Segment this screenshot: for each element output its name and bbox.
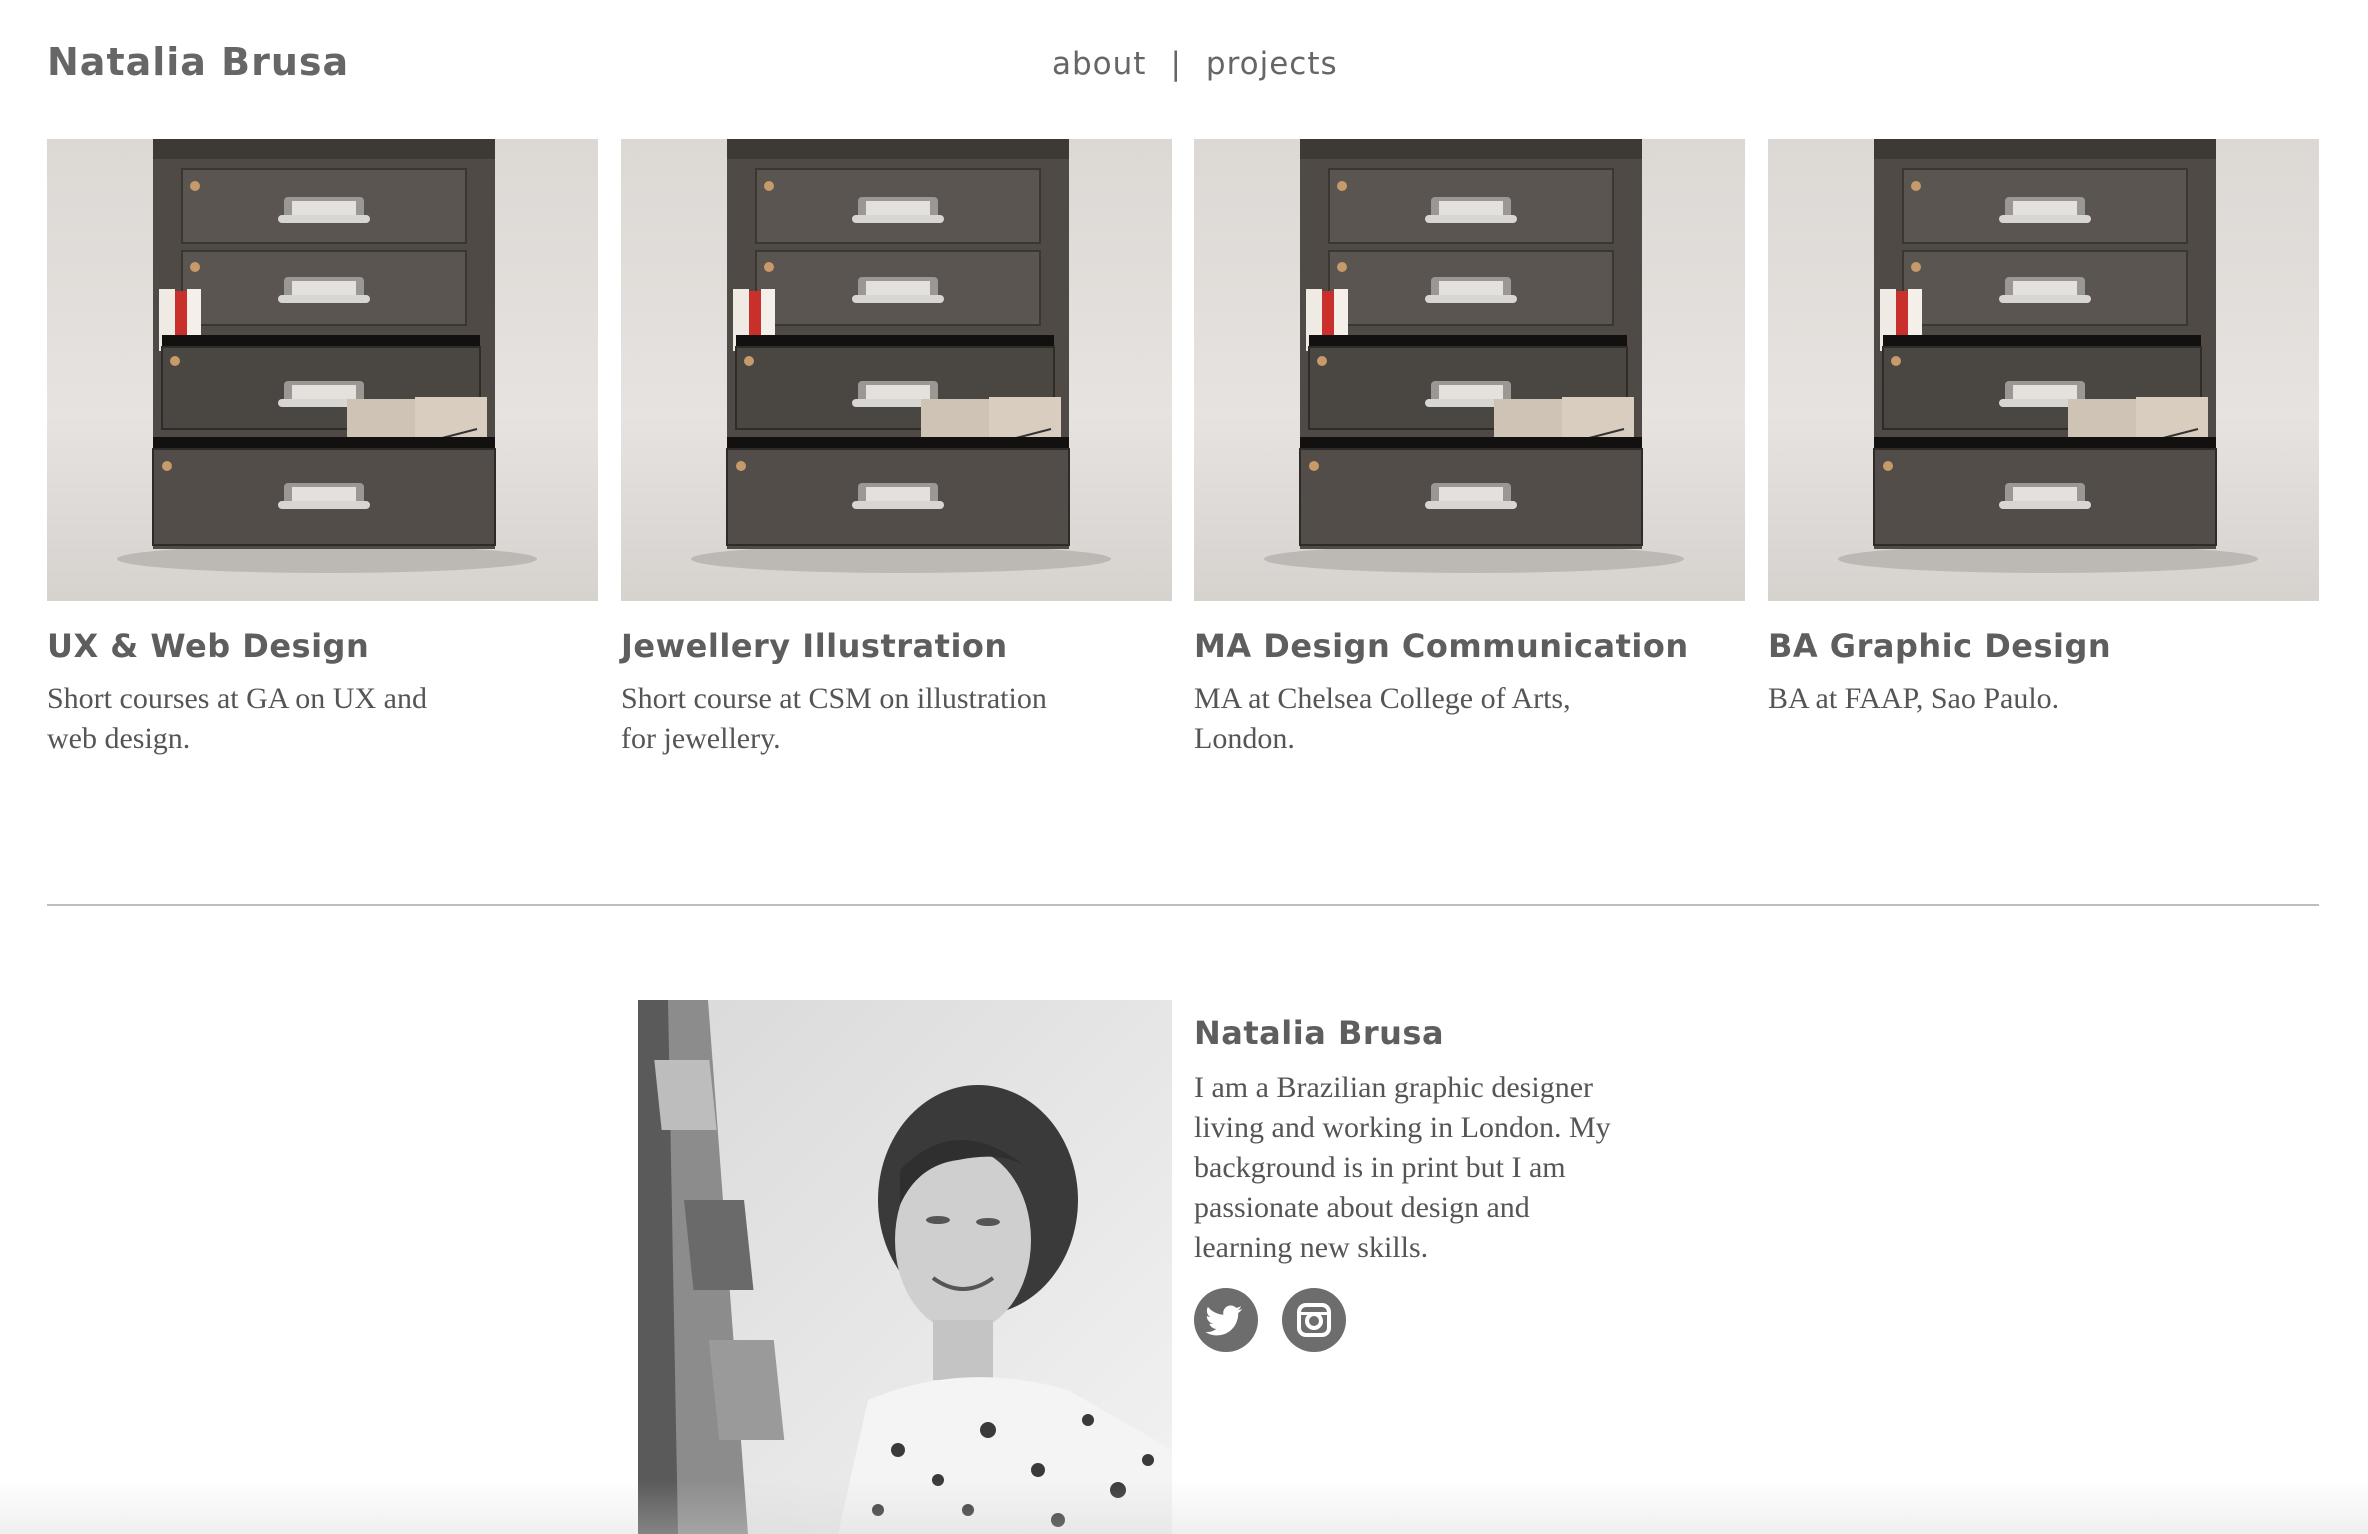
project-thumbnail[interactable] bbox=[47, 139, 598, 601]
nav-link-about[interactable]: about bbox=[1052, 46, 1146, 82]
project-description: MA at Chelsea College of Arts, London. bbox=[1194, 682, 1571, 755]
about-bio: I am a Brazilian graphic designer living… bbox=[1194, 1071, 1611, 1264]
nav-link-projects[interactable]: projects bbox=[1206, 46, 1338, 82]
project-card-jewellery-illustration[interactable]: Jewellery Illustration Short course at C… bbox=[621, 139, 1172, 759]
project-thumbnail[interactable] bbox=[621, 139, 1172, 601]
project-card-ma-design-communication[interactable]: MA Design Communication MA at Chelsea Co… bbox=[1194, 139, 1745, 759]
filing-cabinet-image bbox=[1264, 139, 1684, 573]
filing-cabinet-image bbox=[691, 139, 1111, 573]
projects-grid: UX & Web Design Short courses at GA on U… bbox=[47, 139, 2319, 779]
instagram-button[interactable] bbox=[1282, 1288, 1347, 1352]
project-title[interactable]: MA Design Communication bbox=[1194, 627, 1745, 665]
project-description: Short course at CSM on illustration for … bbox=[621, 682, 1047, 755]
twitter-icon bbox=[1205, 1305, 1242, 1336]
about-name: Natalia Brusa bbox=[1194, 1014, 1445, 1052]
portrait-image bbox=[638, 1000, 1172, 1534]
site-title[interactable]: Natalia Brusa bbox=[47, 40, 349, 84]
site-header: Natalia Brusa about | projects bbox=[0, 0, 2368, 130]
project-card-ba-graphic-design[interactable]: BA Graphic Design BA at FAAP, Sao Paulo. bbox=[1768, 139, 2319, 719]
instagram-icon bbox=[1297, 1303, 1332, 1337]
project-title[interactable]: BA Graphic Design bbox=[1768, 627, 2319, 665]
filing-cabinet-image bbox=[1838, 139, 2258, 573]
social-links bbox=[1194, 1288, 1634, 1354]
nav-separator: | bbox=[1170, 46, 1182, 82]
project-description: BA at FAAP, Sao Paulo. bbox=[1768, 682, 2060, 715]
section-divider bbox=[47, 904, 2319, 906]
project-thumbnail[interactable] bbox=[1768, 139, 2319, 601]
portrait-photo bbox=[638, 1000, 1172, 1534]
filing-cabinet-image bbox=[117, 139, 537, 573]
project-title[interactable]: UX & Web Design bbox=[47, 627, 598, 665]
project-title[interactable]: Jewellery Illustration bbox=[621, 627, 1172, 665]
twitter-button[interactable] bbox=[1194, 1288, 1258, 1352]
main-nav: about | projects bbox=[1052, 46, 1338, 82]
about-text: Natalia Brusa I am a Brazilian graphic d… bbox=[1194, 1014, 1634, 1354]
project-thumbnail[interactable] bbox=[1194, 139, 1745, 601]
project-description: Short courses at GA on UX and web design… bbox=[47, 682, 427, 755]
project-card-ux-web-design[interactable]: UX & Web Design Short courses at GA on U… bbox=[47, 139, 598, 759]
about-section: Natalia Brusa I am a Brazilian graphic d… bbox=[638, 1000, 1738, 1534]
